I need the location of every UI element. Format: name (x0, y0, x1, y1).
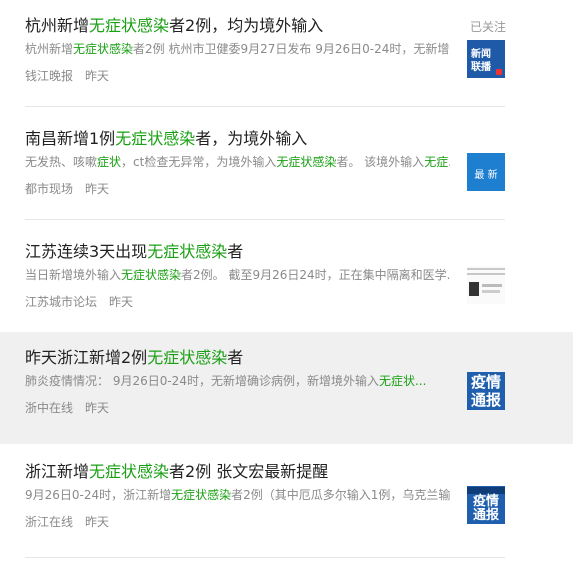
summary-keyword: 无症状感染 (121, 268, 182, 282)
summary-keyword: 无症状感染 (276, 155, 337, 169)
thumb-graphic (467, 268, 505, 270)
article-thumbnail[interactable]: 疫情 通报 (467, 372, 505, 410)
summary-text: 者2例（其中厄瓜多尔输入1例，乌克兰输... (231, 488, 450, 502)
article-summary: 肺炎疫情情况： 9月26日0-24时，无新增确诊病例，新增境外输入无症状... (25, 372, 450, 389)
list-item[interactable]: 南昌新增1例无症状感染者，为境外输入 无发热、咳嗽症状，ct检查无异常，为境外输… (0, 113, 573, 225)
publish-time: 昨天 (85, 401, 110, 415)
title-text: 者2例，均为境外输入 (169, 16, 324, 35)
publish-time: 昨天 (85, 182, 110, 196)
article-title[interactable]: 杭州新增无症状感染者2例，均为境外输入 (25, 12, 505, 36)
title-keyword: 无症状感染 (147, 242, 228, 261)
logo-mark-icon (496, 69, 502, 75)
divider (25, 106, 505, 107)
article-thumbnail[interactable]: 新闻 联播 (467, 40, 505, 78)
source-name[interactable]: 江苏城市论坛 (25, 295, 97, 309)
thumb-graphic (469, 282, 479, 296)
divider (25, 557, 505, 558)
thumb-graphic (482, 290, 500, 293)
thumb-graphic (482, 284, 502, 287)
title-keyword: 无症状感染 (115, 129, 196, 148)
title-text: 昨天浙江新增2例 (25, 348, 148, 367)
summary-keyword: 无症状感染 (171, 488, 232, 502)
summary-text: 肺炎疫情情况： 9月26日0-24时，无新增确诊病例，新增境外输入 (25, 374, 379, 388)
summary-text: 当日新增境外输入 (25, 268, 122, 282)
title-text: 者，为境外输入 (195, 129, 308, 148)
article-thumbnail[interactable]: 最 新 (467, 153, 505, 191)
thumb-text: 联播 (471, 62, 491, 73)
title-text: 者2例 张文宏最新提醒 (169, 462, 329, 481)
thumb-graphic (467, 273, 505, 275)
article-summary: 9月26日0-24时，浙江新增无症状感染者2例（其中厄瓜多尔输入1例，乌克兰输.… (25, 486, 450, 503)
source-name[interactable]: 钱江晚报 (25, 69, 73, 83)
article-meta: 钱江晚报 昨天 (25, 67, 325, 84)
summary-keyword: 无症... (424, 155, 450, 169)
publish-time: 昨天 (85, 515, 110, 529)
article-meta: 都市现场 昨天 (25, 180, 325, 197)
title-keyword: 无症状感染 (89, 16, 170, 35)
summary-text: 无发热、咳嗽 (25, 155, 98, 169)
thumb-text: 疫情 (472, 494, 499, 509)
article-title[interactable]: 昨天浙江新增2例无症状感染者 (25, 344, 505, 368)
article-meta: 浙中在线 昨天 (25, 399, 325, 416)
summary-text: ，ct检查无异常，为境外输入 (121, 155, 277, 169)
article-meta: 浙江在线 昨天 (25, 513, 325, 530)
title-text: 者 (227, 242, 244, 261)
title-text: 江苏连续3天出现 (25, 242, 148, 261)
list-item[interactable]: 江苏连续3天出现无症状感染者 当日新增境外输入无症状感染者2例。 截至9月26日… (0, 226, 573, 338)
list-item[interactable]: 浙江新增无症状感染者2例 张文宏最新提醒 9月26日0-24时，浙江新增无症状感… (0, 446, 573, 558)
article-summary: 杭州新增无症状感染者2例 杭州市卫健委9月27日发布 9月26日0-24时，无新… (25, 40, 450, 57)
summary-keyword: 无症状感染 (73, 42, 134, 56)
thumb-text: 疫情 (470, 373, 501, 391)
news-feed: 杭州新增无症状感染者2例，均为境外输入 已关注 杭州新增无症状感染者2例 杭州市… (0, 0, 573, 561)
title-text: 杭州新增 (25, 16, 90, 35)
source-name[interactable]: 都市现场 (25, 182, 73, 196)
title-text: 浙江新增 (25, 462, 90, 481)
summary-text: 9月26日0-24时，浙江新增 (25, 488, 172, 502)
title-keyword: 无症状感染 (147, 348, 228, 367)
article-summary: 无发热、咳嗽症状，ct检查无异常，为境外输入无症状感染者。 该境外输入无症... (25, 153, 450, 170)
thumb-text: 通报 (472, 508, 499, 523)
source-name[interactable]: 浙中在线 (25, 401, 73, 415)
summary-keyword: 症状 (97, 155, 122, 169)
publish-time: 昨天 (85, 69, 110, 83)
article-title[interactable]: 江苏连续3天出现无症状感染者 (25, 238, 505, 262)
divider (25, 219, 505, 220)
source-name[interactable]: 浙江在线 (25, 515, 73, 529)
article-summary: 当日新增境外输入无症状感染者2例。 截至9月26日24时，正在集中隔离和医学..… (25, 266, 450, 283)
article-title[interactable]: 浙江新增无症状感染者2例 张文宏最新提醒 (25, 458, 505, 482)
summary-text: 杭州新增 (25, 42, 74, 56)
article-title[interactable]: 南昌新增1例无症状感染者，为境外输入 (25, 125, 505, 149)
publish-time: 昨天 (109, 295, 134, 309)
title-text: 者 (227, 348, 244, 367)
article-thumbnail[interactable]: 疫情 通报 (467, 486, 505, 524)
thumb-graphic (467, 487, 505, 494)
summary-text: 者2例 杭州市卫健委9月27日发布 9月26日0-24时，无新增... (133, 42, 450, 56)
list-item[interactable]: 昨天浙江新增2例无症状感染者 肺炎疫情情况： 9月26日0-24时，无新增确诊病… (0, 332, 573, 444)
title-text: 南昌新增1例 (25, 129, 116, 148)
article-meta: 江苏城市论坛 昨天 (25, 293, 325, 310)
article-thumbnail[interactable] (467, 266, 505, 304)
thumb-text: 通报 (470, 391, 501, 409)
summary-keyword: 无症状... (378, 374, 427, 388)
title-keyword: 无症状感染 (89, 462, 170, 481)
followed-label[interactable]: 已关注 (470, 18, 506, 35)
thumb-text: 最 新 (474, 170, 498, 181)
summary-text: 者。 该境外输入 (336, 155, 425, 169)
list-item[interactable]: 杭州新增无症状感染者2例，均为境外输入 已关注 杭州新增无症状感染者2例 杭州市… (0, 0, 573, 112)
summary-text: 者2例。 截至9月26日24时，正在集中隔离和医学... (181, 268, 450, 282)
